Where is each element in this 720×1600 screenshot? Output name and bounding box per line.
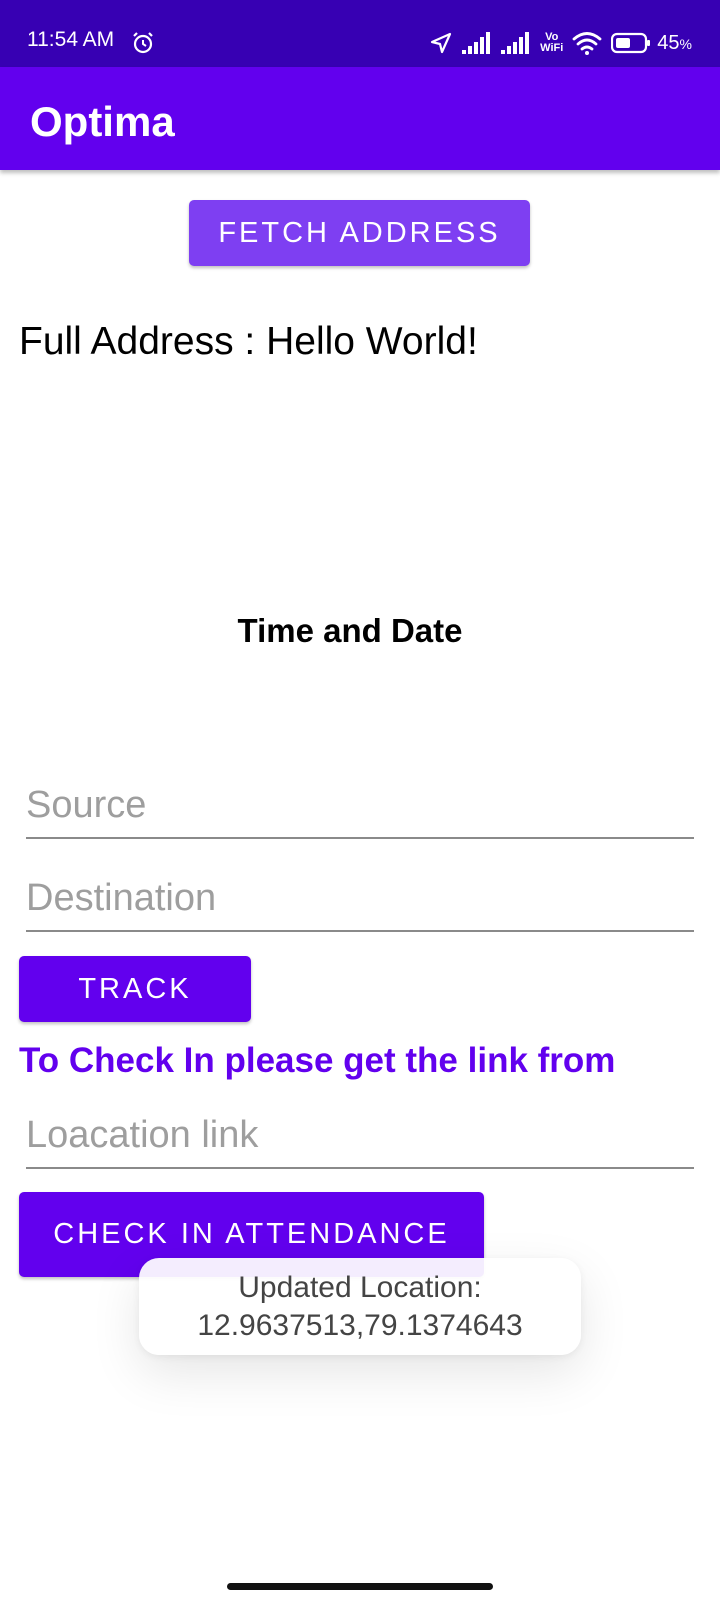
track-button[interactable]: TRACK xyxy=(19,956,251,1022)
signal-icon xyxy=(501,32,530,54)
full-address-text: Full Address : Hello World! xyxy=(19,320,478,363)
vowifi-bottom-label: WiFi xyxy=(540,42,564,54)
wifi-icon xyxy=(572,32,602,55)
battery-value: 45 xyxy=(657,31,680,54)
home-indicator[interactable] xyxy=(227,1583,493,1590)
destination-input[interactable] xyxy=(26,866,694,932)
vowifi-icon: Vo WiFi xyxy=(540,32,563,54)
checkin-note: To Check In please get the link from xyxy=(19,1041,616,1080)
toast-coordinates: 12.9637513,79.1374643 xyxy=(197,1308,523,1342)
toast-title: Updated Location: xyxy=(238,1270,482,1304)
fetch-address-button[interactable]: FETCH ADDRESS xyxy=(189,200,530,266)
alarm-icon xyxy=(133,32,153,54)
battery-percentage: 45% xyxy=(657,32,692,55)
battery-unit: % xyxy=(679,35,692,52)
signal-icon xyxy=(462,32,491,54)
time-date-label: Time and Date xyxy=(237,612,463,649)
location-arrow-icon xyxy=(431,32,452,54)
status-time: 11:54 AM xyxy=(27,28,115,51)
app-bar: Optima xyxy=(0,67,720,170)
status-icons: Vo WiFi 45% xyxy=(420,28,692,58)
status-bar: 11:54 AM Vo WiFi 45% xyxy=(0,0,720,67)
source-input[interactable] xyxy=(26,773,694,839)
location-link-input[interactable] xyxy=(26,1103,694,1169)
battery-icon xyxy=(611,32,651,54)
updated-location-toast: Updated Location: 12.9637513,79.1374643 xyxy=(139,1258,581,1355)
app-title: Optima xyxy=(30,98,175,145)
